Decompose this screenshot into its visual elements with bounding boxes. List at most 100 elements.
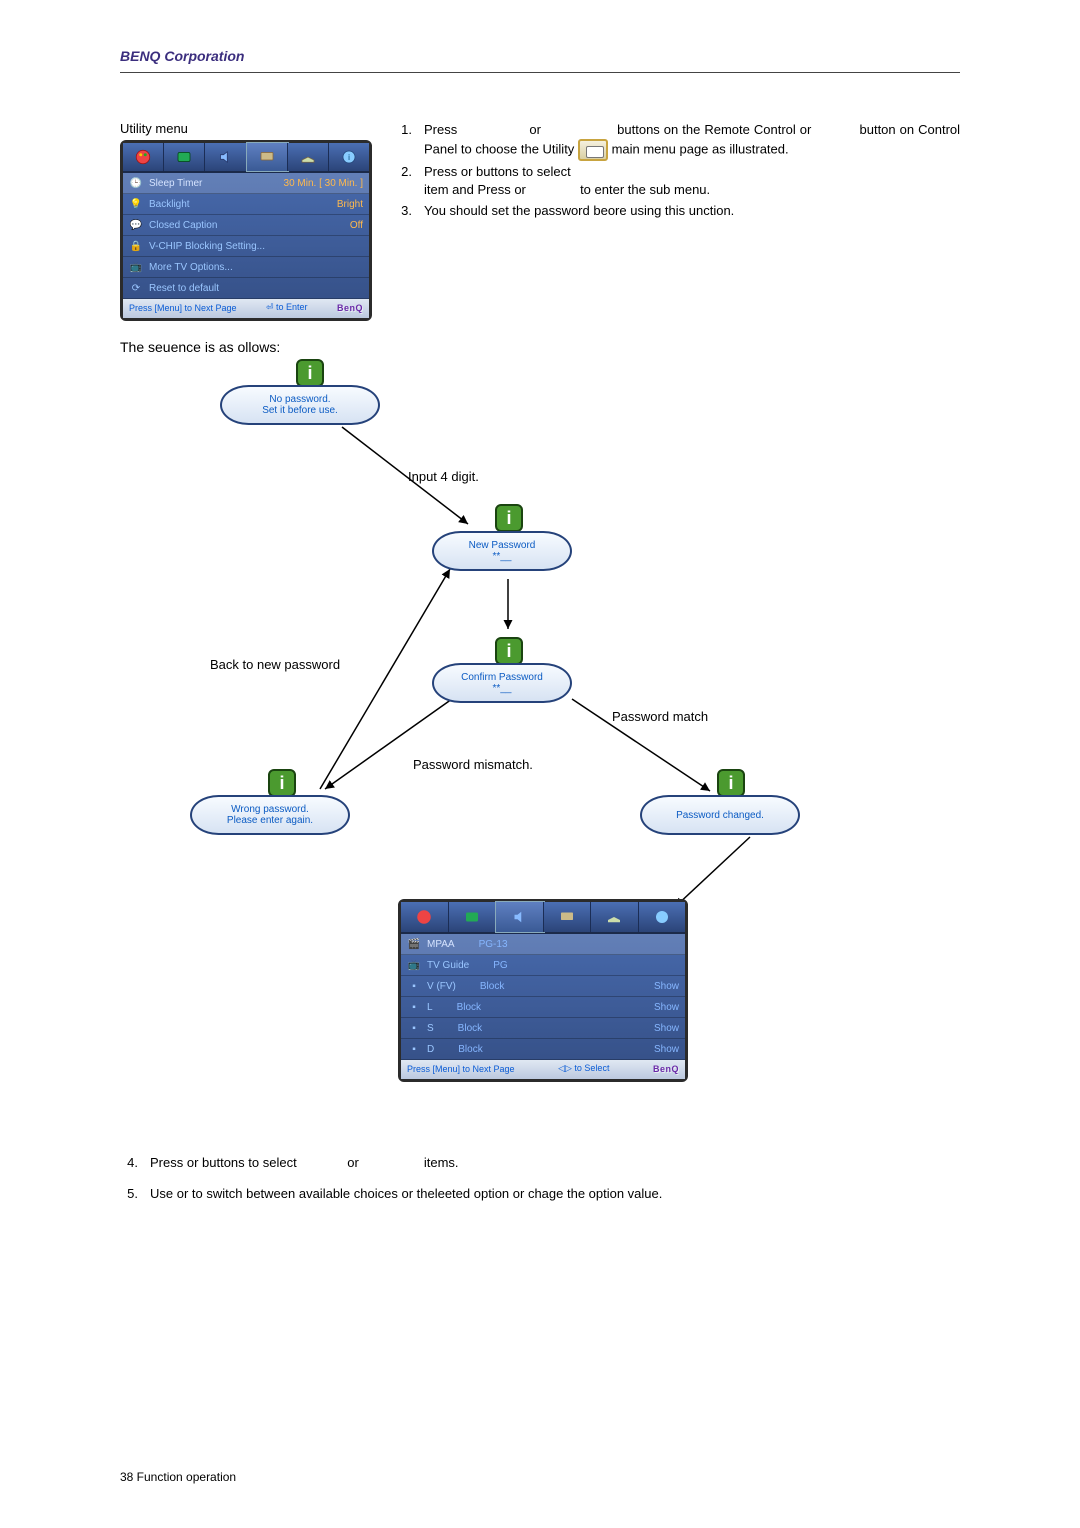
osd-row-backlight[interactable]: 💡 Backlight Bright — [123, 194, 369, 215]
info-badge-icon: i — [495, 637, 523, 665]
osd-tab-picture[interactable] — [123, 143, 164, 171]
osd-row-d[interactable]: ▪ D Block Show — [401, 1039, 685, 1060]
bubble-confirm-password: Confirm Password **__ — [432, 663, 572, 703]
osd-row-label: L — [427, 1002, 433, 1013]
osd-row-value: PG-13 — [479, 939, 508, 950]
osd-row-value2: Show — [654, 1044, 679, 1055]
osd-row-tvguide[interactable]: 📺 TV Guide PG — [401, 955, 685, 976]
osd-row-value: PG — [493, 960, 507, 971]
instruction-3: You should set the password beore using … — [424, 202, 960, 220]
osd-row-s[interactable]: ▪ S Block Show — [401, 1018, 685, 1039]
osd-footer: Press [Menu] to Next Page ◁▷ to Select B… — [401, 1060, 685, 1079]
osd-row-l[interactable]: ▪ L Block Show — [401, 997, 685, 1018]
label-password-match: Password match — [612, 709, 708, 724]
osd-row-value: Block — [457, 1002, 481, 1013]
utility-tab-icon — [578, 139, 608, 161]
osd-tab[interactable] — [401, 902, 449, 932]
square-icon: ▪ — [407, 1042, 421, 1056]
osd-footer: Press [Menu] to Next Page ⏎ to Enter Ben… — [123, 299, 369, 318]
benq-logo: BenQ — [653, 1064, 679, 1074]
brand-header: BENQ Corporation — [120, 48, 960, 64]
osd-utility-menu: i 🕒 Sleep Timer 30 Min. [ 30 Min. ] 💡 Ba… — [120, 140, 372, 321]
list-number-1: 1. — [394, 121, 412, 161]
osd-row-value: Bright — [337, 199, 363, 210]
osd-row-reset[interactable]: ⟳ Reset to default — [123, 278, 369, 299]
osd-tab[interactable] — [544, 902, 592, 932]
osd-footer-mid: ⏎ to Enter — [266, 302, 308, 313]
label-password-mismatch: Password mismatch. — [413, 757, 533, 772]
section-title: Utility menu — [120, 121, 372, 136]
osd-row-v[interactable]: ▪ V (FV) Block Show — [401, 976, 685, 997]
osd-tab-row: i — [123, 143, 369, 173]
osd-tab-audio[interactable] — [205, 143, 246, 171]
square-icon: ▪ — [407, 1021, 421, 1035]
osd-row-sleep-timer[interactable]: 🕒 Sleep Timer 30 Min. [ 30 Min. ] — [123, 173, 369, 194]
bubble-wrong-password: Wrong password. Please enter again. — [190, 795, 350, 835]
info-badge-icon: i — [296, 359, 324, 387]
top-section: Utility menu — [120, 121, 960, 359]
header-divider — [120, 72, 960, 73]
list-number-5: 5. — [120, 1186, 138, 1201]
info-badge-icon: i — [495, 504, 523, 532]
svg-text:i: i — [348, 153, 350, 162]
bubble-new-password: New Password **__ — [432, 531, 572, 571]
palette-icon — [415, 908, 433, 926]
osd-row-closed-caption[interactable]: 💬 Closed Caption Off — [123, 215, 369, 236]
osd-row-more-tv[interactable]: 📺 More TV Options... — [123, 257, 369, 278]
osd-tab[interactable] — [591, 902, 639, 932]
instruction-2: Press or buttons to select item and Pres… — [424, 163, 960, 199]
cc-icon: 💬 — [129, 218, 143, 232]
osd-row-label: More TV Options... — [149, 262, 233, 273]
palette-icon — [134, 148, 152, 166]
label-input-4-digit: Input 4 digit. — [408, 469, 479, 484]
osd-row-label: V-CHIP Blocking Setting... — [149, 241, 265, 252]
bubble-no-password: No password. Set it before use. — [220, 385, 380, 425]
osd-tab[interactable] — [639, 902, 686, 932]
osd-tab[interactable] — [449, 902, 497, 932]
osd-row-label: D — [427, 1044, 434, 1055]
osd-row-vchip[interactable]: 🔒 V-CHIP Blocking Setting... — [123, 236, 369, 257]
instruction-5: Use or to switch between available choic… — [150, 1186, 662, 1201]
audio-icon — [216, 148, 234, 166]
osd-row-label: TV Guide — [427, 960, 469, 971]
reset-icon: ⟳ — [129, 281, 143, 295]
osd-tab-info[interactable]: i — [329, 143, 369, 171]
osd-row-label: MPAA — [427, 939, 455, 950]
sequence-intro: The seuence is as ollows: — [120, 339, 372, 355]
osd-row-value2: Show — [654, 1002, 679, 1013]
osd-tab-setup[interactable] — [288, 143, 329, 171]
osd-tab-row — [401, 902, 685, 934]
clock-icon: 🕒 — [129, 176, 143, 190]
utility-icon — [258, 148, 276, 166]
osd-row-value: Block — [480, 981, 504, 992]
setup-icon — [605, 908, 623, 926]
lock-icon: 🔒 — [129, 239, 143, 253]
osd-footer-mid: ◁▷ to Select — [558, 1063, 609, 1074]
list-number-4: 4. — [120, 1155, 138, 1170]
osd-row-mpaa[interactable]: 🎬 MPAA PG-13 — [401, 934, 685, 955]
osd-tab[interactable] — [496, 902, 544, 932]
osd-row-value: Block — [458, 1023, 482, 1034]
osd-row-label: S — [427, 1023, 434, 1034]
setup-icon — [299, 148, 317, 166]
osd-tab-utility[interactable] — [247, 143, 288, 171]
camera-icon: 🎬 — [407, 937, 421, 951]
list-number-3: 3. — [394, 202, 412, 220]
password-flowchart: i No password. Set it before use. — [120, 359, 960, 1099]
info-badge-icon: i — [268, 769, 296, 797]
osd-row-value: Block — [458, 1044, 482, 1055]
list-number-2: 2. — [394, 163, 412, 199]
osd-row-label: Closed Caption — [149, 220, 217, 231]
osd-tab-display[interactable] — [164, 143, 205, 171]
instruction-4: Press or buttons to select or items. — [150, 1155, 459, 1170]
osd-row-value: 30 Min. [ 30 Min. ] — [284, 178, 363, 189]
display-icon — [463, 908, 481, 926]
osd-footer-left: Press [Menu] to Next Page — [129, 303, 237, 313]
info-icon — [653, 908, 671, 926]
utility-icon — [558, 908, 576, 926]
instruction-1: Press or buttons on the Remote Control o… — [424, 121, 960, 161]
osd-row-value2: Show — [654, 981, 679, 992]
osd-row-label: Backlight — [149, 199, 190, 210]
label-back-to-new: Back to new password — [210, 657, 340, 672]
square-icon: ▪ — [407, 1000, 421, 1014]
